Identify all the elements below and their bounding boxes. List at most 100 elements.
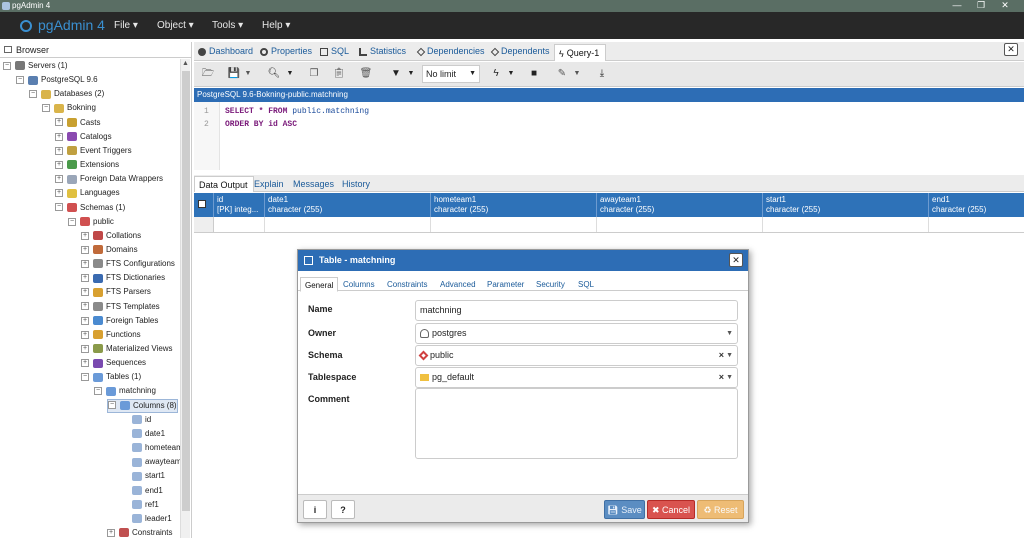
tab-messages[interactable]: Messages xyxy=(293,179,334,189)
tab-data-output[interactable]: Data Output xyxy=(194,176,254,192)
collapse-icon[interactable]: − xyxy=(108,401,116,410)
expand-icon[interactable]: + xyxy=(81,259,89,268)
tree-node[interactable]: + Foreign Tables xyxy=(81,314,158,328)
tab-explain[interactable]: Explain xyxy=(254,179,284,189)
tab-statistics[interactable]: Statistics xyxy=(359,46,406,56)
column-header-hometeam1[interactable]: hometeam1 character (255) xyxy=(434,195,488,215)
collapse-icon[interactable]: − xyxy=(29,90,37,99)
tree-node[interactable]: end1 xyxy=(120,484,163,498)
tree-node[interactable]: − PostgreSQL 9.6 xyxy=(16,73,98,87)
tree-node[interactable]: id xyxy=(120,413,151,427)
tree-node[interactable]: awayteam xyxy=(120,455,181,469)
reset-button[interactable]: ♻ Reset xyxy=(697,500,744,519)
column-header-date1[interactable]: date1 character (255) xyxy=(268,195,322,215)
expand-icon[interactable]: + xyxy=(81,344,89,353)
maximize-button[interactable]: ❐ xyxy=(974,0,988,11)
collapse-icon[interactable]: − xyxy=(16,76,24,85)
schema-select[interactable]: public × ▼ xyxy=(415,345,738,366)
scrollbar-thumb[interactable] xyxy=(182,71,190,511)
grid-cell[interactable] xyxy=(597,217,763,232)
download-button[interactable]: ⤓ xyxy=(592,65,612,83)
collapse-icon[interactable]: − xyxy=(68,217,76,226)
collapse-icon[interactable]: − xyxy=(42,104,50,113)
tree-node[interactable]: date1 xyxy=(120,427,165,441)
copy-button[interactable]: ❐ xyxy=(304,65,324,83)
column-header-awayteam1[interactable]: awayteam1 character (255) xyxy=(600,195,654,215)
tree-node[interactable]: + FTS Configurations xyxy=(81,257,175,271)
help-button[interactable]: ? xyxy=(331,500,355,519)
tab-dashboard[interactable]: Dashboard xyxy=(198,46,253,56)
tab-dependents[interactable]: Dependents xyxy=(490,46,550,56)
expand-icon[interactable]: + xyxy=(55,146,63,155)
delete-button[interactable]: 🗑︎ xyxy=(356,65,376,83)
expand-icon[interactable]: + xyxy=(55,118,63,127)
tree-node[interactable]: − Databases (2) xyxy=(29,87,104,101)
expand-icon[interactable]: + xyxy=(55,175,63,184)
find-dropdown[interactable]: ▼ xyxy=(284,65,296,83)
collapse-icon[interactable]: − xyxy=(81,373,89,382)
close-tab-button[interactable]: ✕ xyxy=(1004,43,1018,56)
tree-node[interactable]: + Extensions xyxy=(55,158,119,172)
filter-dropdown[interactable]: ▼ xyxy=(405,65,417,83)
tab-query-1[interactable]: ϟ Query-1 xyxy=(554,44,607,61)
info-button[interactable]: i xyxy=(303,500,327,519)
clear-icon[interactable]: × xyxy=(719,368,724,387)
tree-scrollbar[interactable]: ▲ xyxy=(180,59,190,538)
tree-node[interactable]: + FTS Templates xyxy=(81,300,160,314)
stop-button[interactable]: ■ xyxy=(524,65,544,83)
tree-node[interactable]: − Schemas (1) xyxy=(55,201,125,215)
tree-node[interactable]: + Collations xyxy=(81,229,141,243)
save-button[interactable]: 💾︎ Save xyxy=(604,500,645,519)
filter-button[interactable]: ▼ xyxy=(386,65,406,83)
row-limit-select[interactable]: No limit ▼ xyxy=(422,65,480,83)
tree-node[interactable]: − public xyxy=(68,215,114,229)
dialog-close-button[interactable]: ✕ xyxy=(729,253,743,267)
column-header-start1[interactable]: start1 character (255) xyxy=(766,195,820,215)
edit-button[interactable]: ✎ xyxy=(552,65,572,83)
expand-icon[interactable]: + xyxy=(81,231,89,240)
tree-node[interactable]: − Columns (8) xyxy=(107,398,178,413)
tree-node[interactable]: + Constraints xyxy=(107,526,172,538)
row-header[interactable] xyxy=(194,217,214,232)
expand-icon[interactable]: + xyxy=(55,132,63,141)
tab-history[interactable]: History xyxy=(342,179,370,189)
tab-advanced[interactable]: Advanced xyxy=(440,280,476,289)
menu-tools[interactable]: Tools ▾ xyxy=(212,20,243,31)
tab-security[interactable]: Security xyxy=(536,280,565,289)
select-all-checkbox[interactable] xyxy=(198,200,206,208)
tree-node[interactable]: + Casts xyxy=(55,116,100,130)
collapse-icon[interactable]: − xyxy=(55,203,63,212)
sql-editor[interactable]: 1 2 SELECT * FROM public.matchning ORDER… xyxy=(194,102,1024,170)
expand-icon[interactable]: + xyxy=(81,316,89,325)
owner-select[interactable]: postgres ▼ xyxy=(415,323,738,344)
column-header-id[interactable]: id [PK] integ... xyxy=(217,195,258,215)
menu-object[interactable]: Object ▾ xyxy=(157,20,194,31)
tree-node[interactable]: + Catalogs xyxy=(55,130,112,144)
grid-cell[interactable] xyxy=(431,217,597,232)
expand-icon[interactable]: + xyxy=(81,359,89,368)
tree-node[interactable]: + Functions xyxy=(81,328,141,342)
expand-icon[interactable]: + xyxy=(55,160,63,169)
expand-icon[interactable]: + xyxy=(107,528,115,537)
tree-node[interactable]: ref1 xyxy=(120,498,159,512)
tree-node[interactable]: + Materialized Views xyxy=(81,342,173,356)
close-window-button[interactable]: ✕ xyxy=(998,0,1012,11)
tab-general[interactable]: General xyxy=(300,277,339,292)
minimize-button[interactable]: — xyxy=(950,0,964,10)
tab-dependencies[interactable]: Dependencies xyxy=(416,46,485,56)
tree-node[interactable]: leader1 xyxy=(120,512,172,526)
edit-dropdown[interactable]: ▼ xyxy=(571,65,583,83)
tree-node[interactable]: − matchning xyxy=(94,384,156,398)
tree-node[interactable]: − Tables (1) xyxy=(81,370,141,384)
grid-cell[interactable] xyxy=(214,217,265,232)
cancel-button[interactable]: ✖ Cancel xyxy=(647,500,695,519)
tree-node[interactable]: + FTS Dictionaries xyxy=(81,271,165,285)
grid-cell[interactable] xyxy=(763,217,929,232)
tree-node[interactable]: + Foreign Data Wrappers xyxy=(55,172,163,186)
scroll-up-icon[interactable]: ▲ xyxy=(182,60,189,67)
comment-textarea[interactable] xyxy=(415,388,738,459)
tab-properties[interactable]: Properties xyxy=(260,46,312,56)
tab-sql[interactable]: SQL xyxy=(320,46,349,56)
tree-node[interactable]: start1 xyxy=(120,469,165,483)
tab-dialog-sql[interactable]: SQL xyxy=(578,280,594,289)
